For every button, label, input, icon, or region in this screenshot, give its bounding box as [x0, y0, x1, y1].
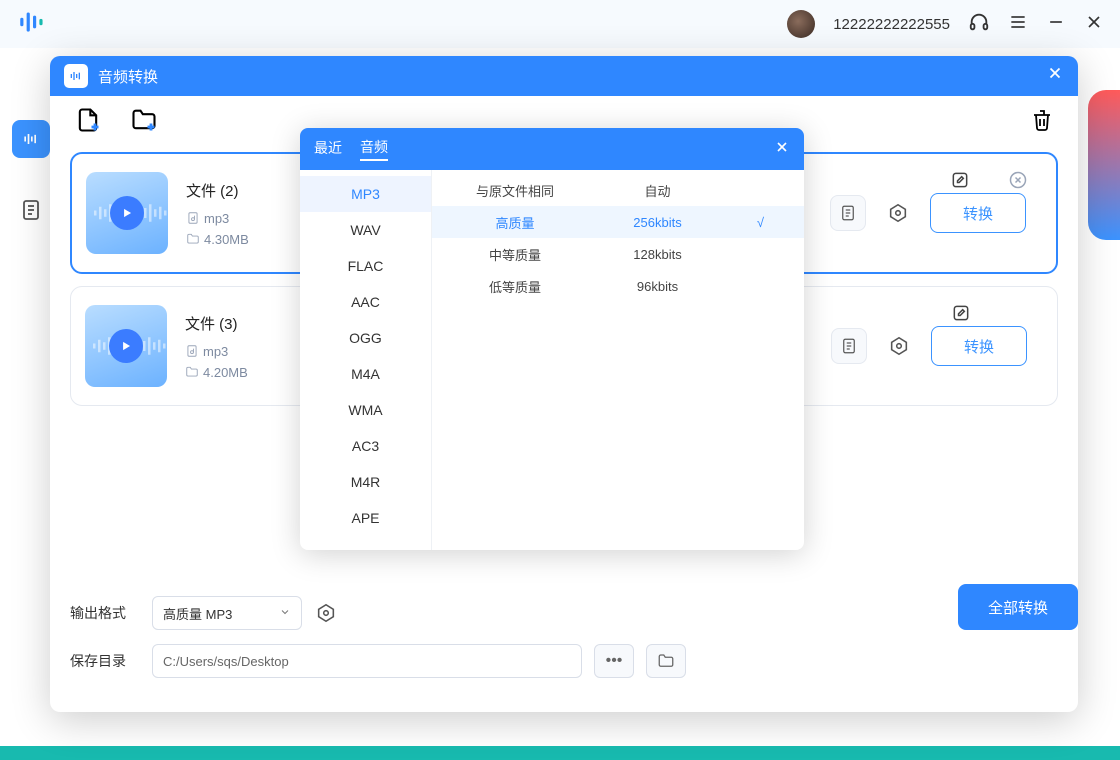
quality-bitrate: 256kbits: [590, 215, 725, 230]
file-thumbnail[interactable]: [86, 172, 168, 254]
format-item-wma[interactable]: WMA: [300, 392, 431, 428]
convert-button[interactable]: 转换: [930, 193, 1026, 233]
play-icon[interactable]: [110, 196, 144, 230]
app-logo-icon: [16, 5, 50, 44]
modal-header: 音频转换: [50, 56, 1078, 96]
play-icon[interactable]: [109, 329, 143, 363]
format-item-flac[interactable]: FLAC: [300, 248, 431, 284]
close-window-button[interactable]: [1084, 12, 1104, 37]
edit-icon[interactable]: [951, 303, 971, 328]
info-button[interactable]: [831, 328, 867, 364]
file-thumbnail[interactable]: [85, 305, 167, 387]
output-format-select[interactable]: 高质量 MP3: [152, 596, 302, 630]
save-dir-field[interactable]: C:/Users/sqs/Desktop: [152, 644, 582, 678]
username-label: 12222222222555: [833, 16, 950, 33]
quality-label: 高质量: [440, 213, 590, 232]
chevron-down-icon: [279, 606, 291, 621]
output-format-value: 高质量 MP3: [163, 604, 232, 623]
format-item-ape[interactable]: APE: [300, 500, 431, 536]
save-dir-label: 保存目录: [70, 651, 140, 671]
right-promo-bubble[interactable]: [1088, 90, 1120, 240]
format-item-ogg[interactable]: OGG: [300, 320, 431, 356]
format-item-m4a[interactable]: M4A: [300, 356, 431, 392]
quality-check: √: [725, 215, 796, 230]
format-item-aac[interactable]: AAC: [300, 284, 431, 320]
quality-label: 与原文件相同: [440, 181, 590, 200]
quality-row[interactable]: 高质量256kbits√: [432, 206, 804, 238]
add-folder-button[interactable]: [130, 106, 158, 139]
file-size: 4.20MB: [203, 365, 248, 380]
popover-close-button[interactable]: [774, 139, 790, 160]
quality-label: 中等质量: [440, 245, 590, 264]
more-path-button[interactable]: •••: [594, 644, 634, 678]
file-format: mp3: [203, 344, 228, 359]
edit-icon[interactable]: [950, 170, 970, 195]
quality-label: 低等质量: [440, 277, 590, 296]
remove-file-button[interactable]: [1008, 170, 1028, 195]
quality-row[interactable]: 中等质量128kbits: [432, 238, 804, 270]
settings-icon[interactable]: [886, 201, 910, 225]
headphone-icon[interactable]: [968, 11, 990, 38]
convert-button[interactable]: 转换: [931, 326, 1027, 366]
rail-audio-button[interactable]: [12, 120, 50, 158]
settings-icon[interactable]: [887, 334, 911, 358]
file-format: mp3: [204, 211, 229, 226]
add-file-button[interactable]: [74, 106, 102, 139]
quality-row[interactable]: 低等质量96kbits: [432, 270, 804, 302]
minimize-button[interactable]: [1046, 12, 1066, 37]
tab-audio[interactable]: 音频: [360, 137, 388, 161]
tab-recent[interactable]: 最近: [314, 138, 342, 160]
file-size: 4.30MB: [204, 232, 249, 247]
modal-title: 音频转换: [98, 66, 158, 87]
info-button[interactable]: [830, 195, 866, 231]
save-dir-value: C:/Users/sqs/Desktop: [163, 654, 289, 669]
format-item-ac3[interactable]: AC3: [300, 428, 431, 464]
format-item-wav[interactable]: WAV: [300, 212, 431, 248]
avatar[interactable]: [787, 10, 815, 38]
menu-icon[interactable]: [1008, 12, 1028, 37]
output-format-label: 输出格式: [70, 603, 140, 623]
modal-icon: [64, 64, 88, 88]
status-bar: [0, 746, 1120, 760]
convert-all-button[interactable]: 全部转换: [958, 584, 1078, 630]
modal-close-button[interactable]: [1046, 64, 1064, 88]
quality-row[interactable]: 与原文件相同自动: [432, 174, 804, 206]
quality-bitrate: 128kbits: [590, 247, 725, 262]
output-settings-icon[interactable]: [314, 601, 338, 625]
format-item-mp3[interactable]: MP3: [300, 176, 431, 212]
format-item-m4r[interactable]: M4R: [300, 464, 431, 500]
format-popover: 最近 音频 MP3WAVFLACAACOGGM4AWMAAC3M4RAPE 与原…: [300, 128, 804, 550]
clear-list-button[interactable]: [1030, 108, 1054, 137]
rail-doc-icon[interactable]: [19, 198, 43, 227]
quality-bitrate: 自动: [590, 181, 725, 200]
quality-bitrate: 96kbits: [590, 279, 725, 294]
open-folder-button[interactable]: [646, 644, 686, 678]
